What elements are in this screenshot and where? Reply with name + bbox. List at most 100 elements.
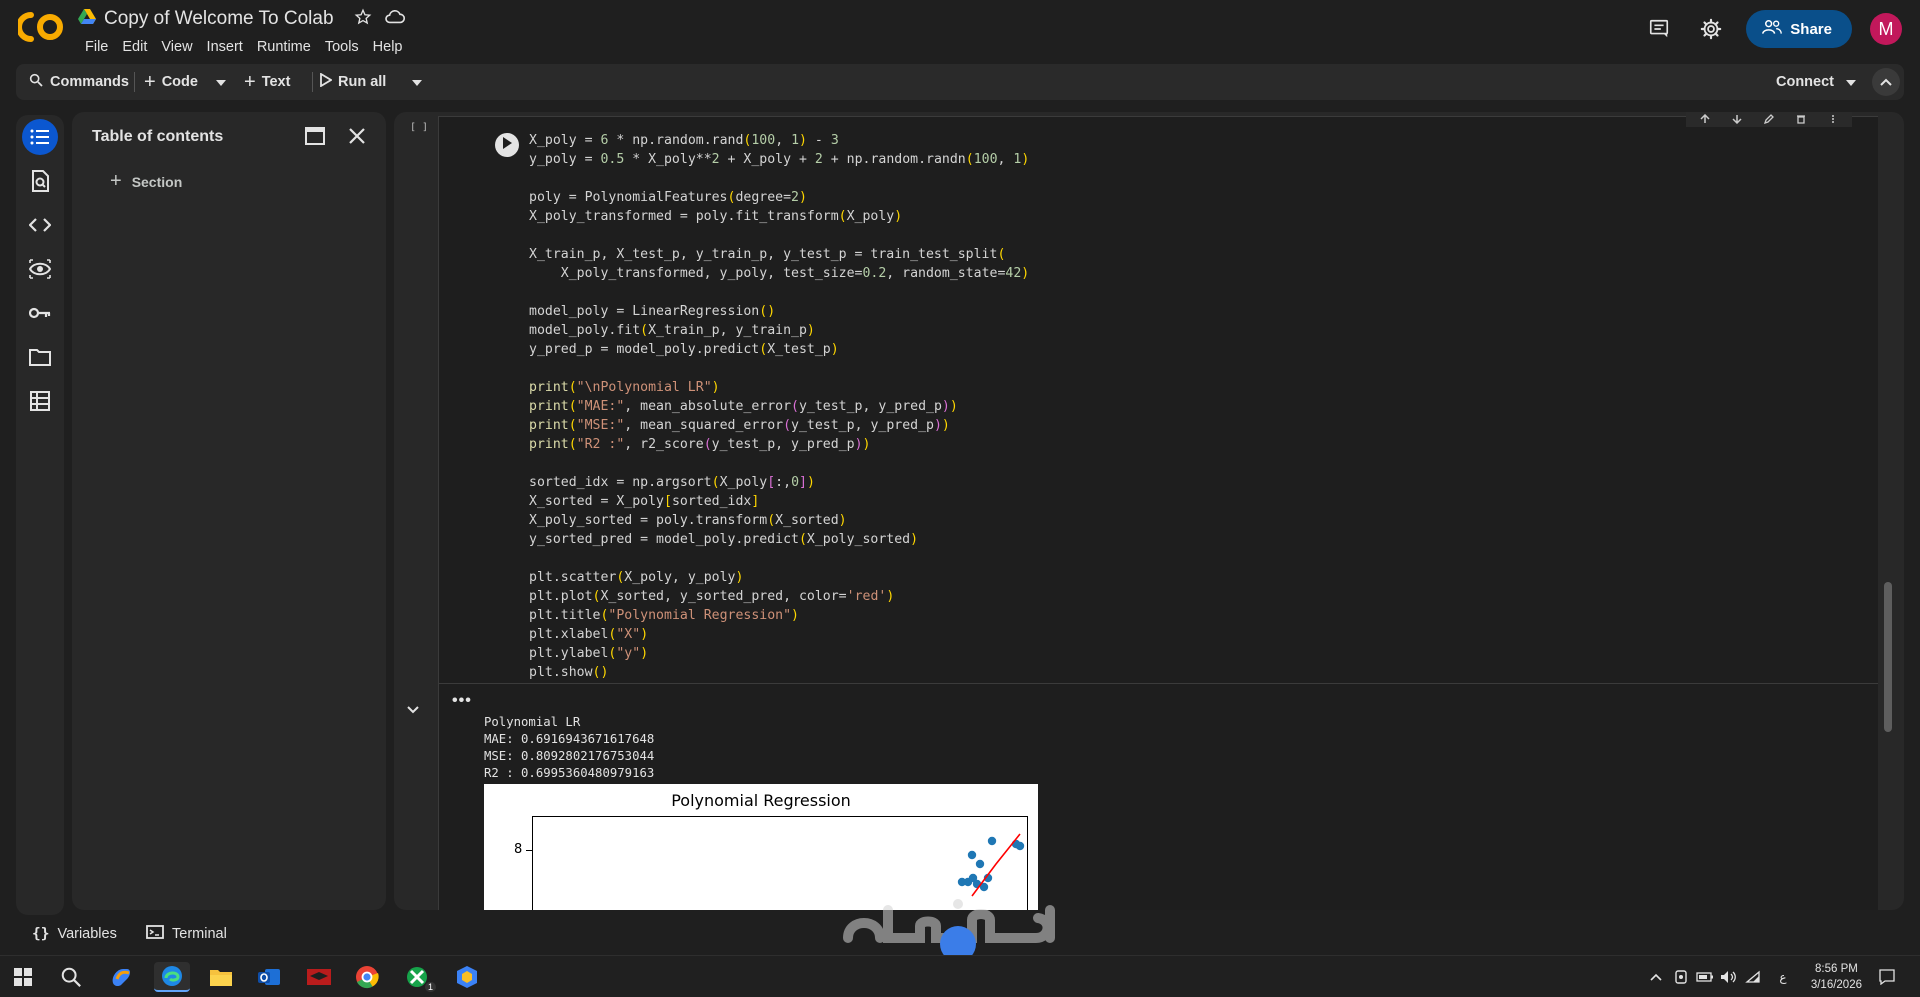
search-icon[interactable]: [56, 962, 86, 992]
toc-title: Table of contents: [92, 128, 224, 145]
collapse-output-icon[interactable]: [406, 702, 420, 720]
shield-app-icon[interactable]: [452, 962, 482, 992]
cell-toolbar: [1686, 112, 1852, 127]
windows-start-icon[interactable]: [8, 962, 38, 992]
wifi-icon[interactable]: [1742, 962, 1764, 992]
scatter-point: [967, 850, 977, 860]
edit-pencil-icon[interactable]: [1760, 113, 1778, 125]
menu-help[interactable]: Help: [366, 37, 410, 57]
battery-icon[interactable]: [1694, 962, 1716, 992]
scatter-point: [957, 877, 967, 887]
move-up-icon[interactable]: [1696, 113, 1714, 125]
find-replace-icon[interactable]: [22, 163, 58, 199]
input-language[interactable]: ع: [1772, 962, 1794, 992]
collapse-header-button[interactable]: [1872, 68, 1900, 96]
menu-edit[interactable]: Edit: [115, 37, 154, 57]
notebook-area: X_poly = 6 * np.random.rand(100, 1) - 3 …: [394, 112, 1904, 910]
connect-button[interactable]: Connect: [1776, 64, 1834, 100]
caret-down-icon: [412, 74, 422, 90]
connect-label: Connect: [1776, 74, 1834, 90]
menu-insert[interactable]: Insert: [200, 37, 250, 57]
toolbar-divider: [134, 72, 135, 92]
open-in-tab-icon[interactable]: [304, 126, 326, 151]
play-icon: [502, 136, 512, 154]
toc-panel: Table of contents + Section: [72, 112, 386, 910]
variables-button[interactable]: {} Variables: [32, 920, 117, 948]
notebook-toolbar: Commands + Code + Text Run all Connect: [16, 64, 1904, 100]
code-label: Code: [161, 74, 198, 90]
user-avatar[interactable]: M: [1870, 13, 1902, 45]
edge-browser-icon[interactable]: [154, 962, 190, 992]
connect-dropdown-button[interactable]: [1846, 64, 1856, 100]
file-explorer-icon[interactable]: [206, 962, 236, 992]
xbox-badge: 1: [424, 982, 436, 992]
system-clock[interactable]: 8:56 PM 3/16/2026: [1811, 961, 1862, 993]
variables-label: Variables: [57, 926, 117, 942]
add-section-button[interactable]: + Section: [110, 170, 182, 193]
share-label: Share: [1790, 20, 1832, 38]
terminal-button[interactable]: Terminal: [146, 920, 227, 948]
commands-button[interactable]: Commands: [28, 64, 129, 100]
outlook-icon[interactable]: [254, 962, 284, 992]
run-all-label: Run all: [338, 74, 387, 90]
code-dropdown-button[interactable]: [216, 64, 226, 100]
inspect-eye-icon[interactable]: [22, 251, 58, 287]
data-table-icon[interactable]: [22, 383, 58, 419]
comments-icon[interactable]: [1642, 12, 1676, 46]
terminal-icon: [146, 925, 164, 943]
scatter-point: [987, 836, 997, 846]
document-title[interactable]: Copy of Welcome To Colab: [104, 8, 334, 30]
chevron-up-icon[interactable]: [1646, 962, 1666, 992]
menu-view[interactable]: View: [154, 37, 199, 57]
caret-down-icon: [216, 74, 226, 90]
toolbar-divider: [312, 72, 313, 92]
location-icon[interactable]: [1670, 962, 1692, 992]
app-red-icon[interactable]: [304, 962, 334, 992]
run-all-button[interactable]: Run all: [320, 64, 386, 100]
plus-icon: +: [144, 70, 156, 93]
copilot-icon[interactable]: [106, 962, 136, 992]
cloud-saved-icon[interactable]: [384, 8, 406, 31]
add-section-label: Section: [131, 173, 183, 190]
volume-icon[interactable]: [1718, 962, 1740, 992]
chrome-icon[interactable]: [352, 962, 382, 992]
toc-list-icon[interactable]: [22, 119, 58, 155]
colab-logo[interactable]: [16, 10, 64, 44]
caret-down-icon: [1846, 74, 1856, 90]
cell-execution-count: [ ]: [410, 122, 429, 133]
code-editor[interactable]: X_poly = 6 * np.random.rand(100, 1) - 3 …: [529, 131, 1029, 682]
xbox-icon[interactable]: 1: [402, 962, 436, 992]
add-code-button[interactable]: + Code: [144, 64, 198, 100]
notebook-scrollbar[interactable]: [1884, 582, 1892, 732]
code-cell[interactable]: X_poly = 6 * np.random.rand(100, 1) - 3 …: [438, 112, 1878, 684]
left-rail: [16, 115, 64, 915]
more-vert-icon[interactable]: [1824, 113, 1842, 125]
files-folder-icon[interactable]: [22, 339, 58, 375]
run-all-dropdown-button[interactable]: [412, 64, 422, 100]
delete-icon[interactable]: [1792, 113, 1810, 125]
settings-gear-icon[interactable]: [1694, 12, 1728, 46]
code-snippets-icon[interactable]: [22, 207, 58, 243]
menu-bar: File Edit View Insert Runtime Tools Help: [78, 37, 410, 57]
move-down-icon[interactable]: [1728, 113, 1746, 125]
plot-image: Polynomial Regression 8: [484, 784, 1038, 910]
plot-marks: [957, 833, 1025, 897]
play-icon: [320, 72, 333, 91]
notifications-icon[interactable]: [1872, 962, 1902, 992]
output-line: Polynomial LR: [484, 715, 581, 729]
close-icon[interactable]: [348, 127, 366, 150]
bottom-bar: {} Variables Terminal: [0, 920, 1920, 948]
run-cell-button[interactable]: [495, 133, 519, 157]
braces-icon: {}: [32, 926, 50, 942]
menu-runtime[interactable]: Runtime: [250, 37, 318, 57]
menu-file[interactable]: File: [78, 37, 115, 57]
share-button[interactable]: Share: [1746, 10, 1852, 48]
add-text-button[interactable]: + Text: [244, 64, 290, 100]
menu-tools[interactable]: Tools: [318, 37, 366, 57]
output-menu-icon[interactable]: •••: [452, 692, 472, 710]
terminal-label: Terminal: [172, 926, 227, 942]
top-bar: Copy of Welcome To Colab File Edit View …: [0, 0, 1920, 62]
plus-icon: +: [244, 70, 256, 93]
star-icon[interactable]: [354, 8, 372, 31]
secrets-key-icon[interactable]: [22, 295, 58, 331]
